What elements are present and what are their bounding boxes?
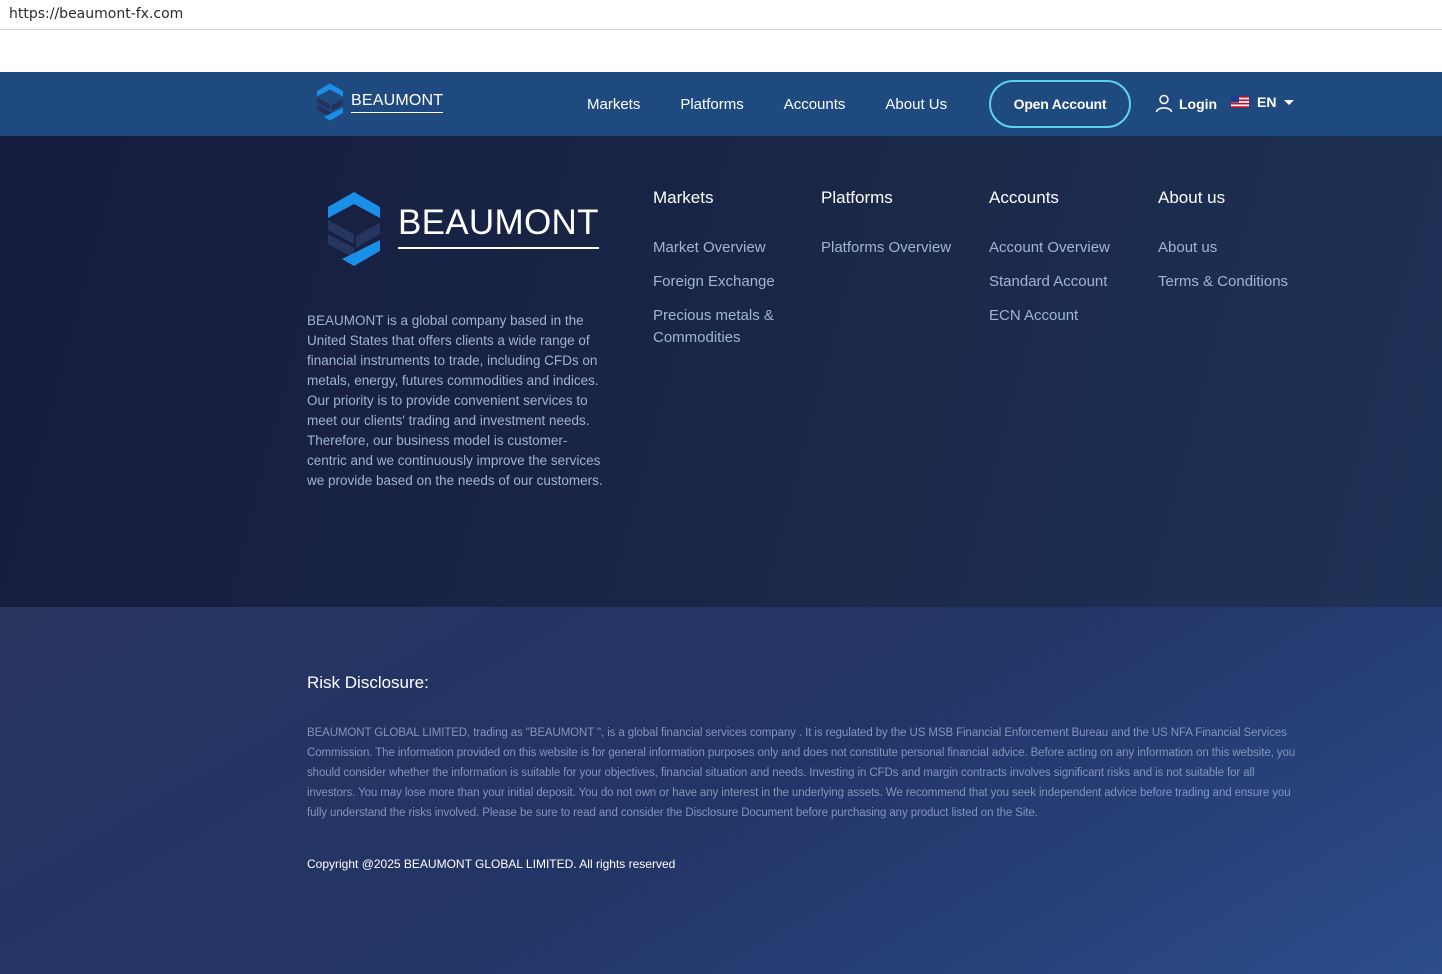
- user-icon: [1155, 94, 1173, 113]
- nav-accounts[interactable]: Accounts: [784, 96, 846, 113]
- footer-brand-name: BEAUMONT: [398, 203, 599, 249]
- beaumont-logo-icon: [328, 192, 380, 266]
- footer-column-markets: Markets Market Overview Foreign Exchange…: [653, 188, 793, 361]
- chevron-down-icon: [1284, 99, 1295, 105]
- risk-disclosure-text: BEAUMONT GLOBAL LIMITED, trading as "BEA…: [307, 727, 1296, 819]
- address-url[interactable]: https://beaumont-fx.com: [9, 6, 183, 22]
- footer-link-foreign-exchange[interactable]: Foreign Exchange: [653, 271, 793, 293]
- address-bar[interactable]: https://beaumont-fx.com: [0, 0, 1442, 30]
- nav-markets[interactable]: Markets: [587, 96, 640, 113]
- language-label: EN: [1257, 94, 1277, 110]
- footer-column-about: About us About us Terms & Conditions: [1158, 188, 1288, 305]
- footer-column-title: Platforms: [821, 188, 893, 207]
- footer-column-platforms: Platforms Platforms Overview: [821, 188, 951, 271]
- footer-link-standard-account[interactable]: Standard Account: [989, 271, 1110, 293]
- nav-about-us[interactable]: About Us: [885, 96, 947, 113]
- login-label: Login: [1179, 95, 1218, 112]
- footer-column-title: Markets: [653, 188, 714, 207]
- login-link[interactable]: Login: [1155, 94, 1217, 113]
- footer-link-platforms-overview[interactable]: Platforms Overview: [821, 237, 951, 259]
- footer-link-ecn-account[interactable]: ECN Account: [989, 305, 1110, 327]
- footer-link-market-overview[interactable]: Market Overview: [653, 237, 793, 259]
- site-navbar: BEAUMONT Markets Platforms Accounts Abou…: [0, 72, 1442, 136]
- footer-link-terms-conditions[interactable]: Terms & Conditions: [1158, 271, 1288, 293]
- footer-link-about-us[interactable]: About us: [1158, 237, 1288, 259]
- header-logo[interactable]: BEAUMONT: [316, 82, 444, 122]
- main-nav: Markets Platforms Accounts About Us: [587, 72, 987, 136]
- language-selector[interactable]: EN: [1231, 94, 1295, 110]
- footer-logo[interactable]: BEAUMONT: [326, 190, 599, 268]
- header-brand-name: BEAUMONT: [351, 92, 444, 113]
- copyright-text: Copyright @2025 BEAUMONT GLOBAL LIMITED.…: [307, 857, 676, 871]
- nav-platforms[interactable]: Platforms: [680, 96, 743, 113]
- open-account-button[interactable]: Open Account: [989, 80, 1131, 128]
- footer-link-account-overview[interactable]: Account Overview: [989, 237, 1110, 259]
- beaumont-logo-icon: [317, 83, 343, 121]
- risk-disclosure-title: Risk Disclosure:: [307, 673, 429, 692]
- page-gap: [0, 30, 1442, 72]
- company-description: BEAUMONT is a global company based in th…: [307, 313, 603, 488]
- footer-link-precious-metals[interactable]: Precious metals & Commodities: [653, 305, 793, 349]
- us-flag-icon: [1231, 96, 1249, 108]
- footer-column-title: About us: [1158, 188, 1226, 207]
- footer-column-title: Accounts: [989, 188, 1059, 207]
- footer-column-accounts: Accounts Account Overview Standard Accou…: [989, 188, 1110, 339]
